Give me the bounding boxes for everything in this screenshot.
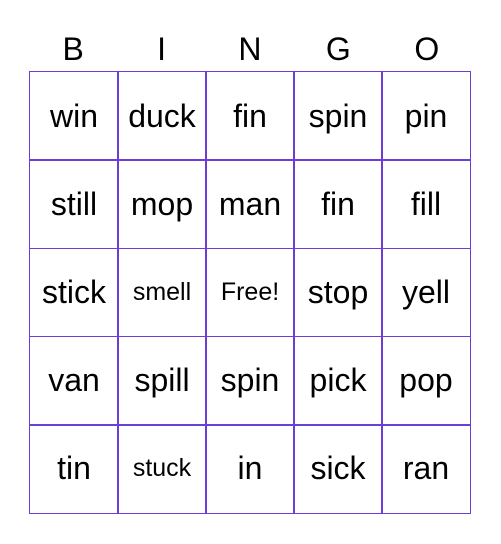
bingo-cell[interactable]: stuck — [117, 424, 207, 514]
header-letter-n: N — [238, 31, 262, 67]
bingo-cell[interactable]: smell — [117, 247, 207, 338]
bingo-cell[interactable]: mop — [117, 159, 207, 250]
bingo-grid: win duck fin spin pin still mop man fin … — [29, 71, 471, 514]
bingo-cell[interactable]: pop — [381, 335, 471, 426]
bingo-cell[interactable]: fin — [205, 71, 295, 161]
header-letter-o: O — [414, 31, 440, 67]
bingo-cell[interactable]: stop — [293, 247, 383, 338]
bingo-cell[interactable]: sick — [293, 424, 383, 514]
bingo-cell[interactable]: spill — [117, 335, 207, 426]
bingo-cell[interactable]: in — [205, 424, 295, 514]
bingo-cell[interactable]: duck — [117, 71, 207, 161]
header-letter-b: B — [62, 31, 84, 67]
bingo-cell[interactable]: man — [205, 159, 295, 250]
bingo-header: B I N G O — [29, 27, 471, 71]
bingo-cell[interactable]: stick — [29, 247, 119, 338]
bingo-cell[interactable]: fin — [293, 159, 383, 250]
bingo-cell[interactable]: spin — [293, 71, 383, 161]
bingo-cell[interactable]: tin — [29, 424, 119, 514]
bingo-cell[interactable]: ran — [381, 424, 471, 514]
bingo-cell[interactable]: still — [29, 159, 119, 250]
bingo-cell[interactable]: van — [29, 335, 119, 426]
bingo-cell[interactable]: pick — [293, 335, 383, 426]
bingo-cell[interactable]: win — [29, 71, 119, 161]
bingo-cell[interactable]: yell — [381, 247, 471, 338]
bingo-cell[interactable]: spin — [205, 335, 295, 426]
bingo-cell[interactable]: pin — [381, 71, 471, 161]
bingo-cell[interactable]: fill — [381, 159, 471, 250]
free-space-cell[interactable]: Free! — [205, 247, 295, 338]
header-letter-i: I — [157, 31, 167, 67]
header-letter-g: G — [325, 31, 351, 67]
